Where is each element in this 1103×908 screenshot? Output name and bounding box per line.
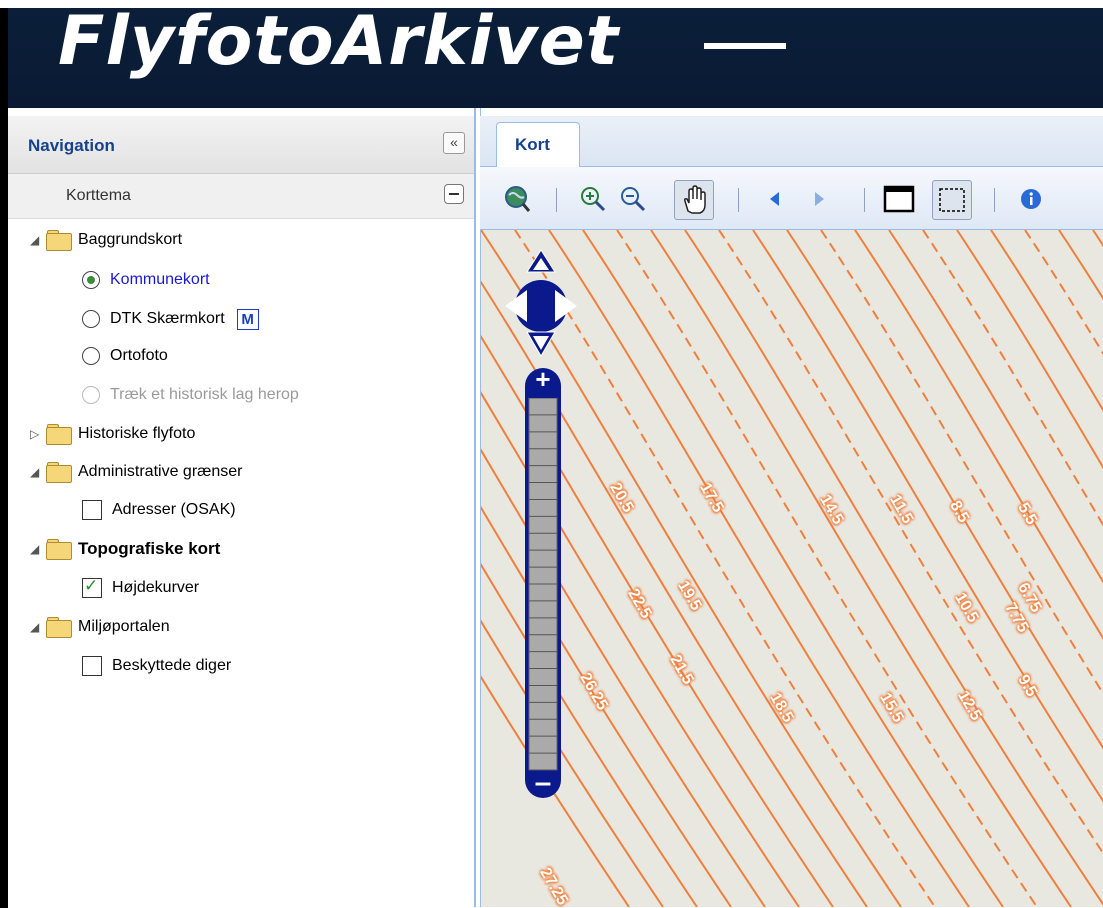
radio-kommunekort[interactable]: Kommunekort [82, 266, 210, 294]
layer-label[interactable]: Beskyttede diger [112, 657, 231, 675]
layer-label[interactable]: Højdekurver [112, 579, 199, 597]
radio-label[interactable]: DTK Skærmkort [110, 310, 225, 328]
layer-hojdekurver[interactable]: Højdekurver [82, 574, 199, 602]
radio-ortofoto[interactable]: Ortofoto [82, 342, 168, 370]
expand-triangle-icon[interactable]: ◢ [30, 465, 44, 479]
folder-label: Historiske flyfoto [78, 425, 196, 442]
map-canvas[interactable]: 20.5 17.5 14.5 11.5 8.5 5.5 22.5 19.5 10.5 7.75 6.… [481, 230, 1103, 907]
navigation-title: Navigation [28, 136, 115, 155]
contour-line [616, 230, 1038, 907]
left-border [0, 8, 8, 908]
radio-icon[interactable] [82, 347, 100, 365]
radio-label[interactable]: Ortofoto [110, 347, 168, 365]
checkbox[interactable] [82, 656, 102, 676]
pan-hand-icon[interactable] [674, 180, 714, 220]
radio-selected-icon[interactable] [82, 271, 100, 289]
contour-line [1024, 230, 1103, 356]
globe-icon[interactable] [498, 180, 536, 218]
contour-line [684, 230, 1103, 906]
folder-icon [44, 424, 72, 445]
folder-icon [44, 539, 72, 560]
radio-icon[interactable] [82, 310, 100, 328]
tree-folder-topografiske[interactable]: ◢ Topografiske kort [30, 535, 220, 563]
radio-dtk-skaermkort[interactable]: DTK Skærmkort M [82, 305, 259, 333]
folder-label: Topografiske kort [78, 539, 221, 558]
layer-beskyttede-diger[interactable]: Beskyttede diger [82, 652, 231, 680]
folder-label: Baggrundskort [78, 231, 183, 248]
contour-line [582, 230, 1004, 907]
folder-label: Miljøportalen [78, 618, 170, 635]
radio-label[interactable]: Kommunekort [110, 271, 210, 289]
info-icon[interactable] [1012, 180, 1050, 218]
full-extent-icon[interactable] [880, 180, 918, 218]
zoom-slider[interactable]: +– [521, 368, 565, 798]
folder-icon [44, 617, 72, 638]
layer-label[interactable]: Adresser (OSAK) [112, 501, 236, 519]
radio-historisk-placeholder: Træk et historisk lag herop [82, 381, 299, 409]
collapsed-triangle-icon[interactable]: ▷ [30, 427, 44, 441]
contour-line [990, 230, 1103, 412]
tree-folder-baggrundskort[interactable]: ◢ Baggrundskort [30, 226, 182, 254]
contour-line [718, 230, 1103, 855]
zoom-out-icon[interactable] [614, 180, 652, 218]
zoom-in-icon[interactable] [574, 180, 612, 218]
box-select-icon[interactable] [932, 180, 972, 220]
contour-line [650, 230, 1072, 907]
contour-line [922, 230, 1103, 527]
expand-triangle-icon[interactable]: ◢ [30, 233, 44, 247]
tab-label[interactable]: Kort [515, 135, 550, 155]
tree-folder-administrative[interactable]: ◢ Administrative grænser [30, 458, 243, 486]
collapse-section-button[interactable] [444, 184, 464, 204]
radio-label: Træk et historisk lag herop [110, 386, 299, 403]
folder-label: Administrative grænser [78, 463, 243, 480]
pan-control[interactable] [503, 246, 579, 358]
contour-line [752, 230, 1103, 803]
korttema-header: Korttema [8, 174, 474, 219]
korttema-title: Korttema [66, 187, 131, 204]
checkbox[interactable] [82, 500, 102, 520]
tree-folder-miljoportalen[interactable]: ◢ Miljøportalen [30, 613, 170, 641]
metadata-badge[interactable]: M [236, 308, 259, 330]
back-arrow-icon[interactable] [756, 180, 794, 218]
zoom-minus-icon: – [535, 766, 552, 798]
tree-folder-historiske-flyfoto[interactable]: ▷ Historiske flyfoto [30, 420, 195, 448]
layer-adresser[interactable]: Adresser (OSAK) [82, 496, 236, 524]
app-logo: FlyfotoArkivet [58, 2, 620, 81]
contour-line [548, 230, 970, 907]
checkbox-checked[interactable] [82, 576, 102, 598]
pan-right-icon [555, 290, 577, 322]
tab-kort[interactable]: Kort [496, 122, 580, 167]
zoom-plus-icon: + [535, 368, 550, 394]
contour-line [956, 230, 1103, 470]
expand-triangle-icon[interactable]: ◢ [30, 542, 44, 556]
navigation-header: Navigation « [8, 116, 474, 174]
collapse-panel-button[interactable]: « [443, 132, 465, 154]
pan-left-icon [505, 290, 527, 322]
expand-triangle-icon[interactable]: ◢ [30, 620, 44, 634]
forward-arrow-icon[interactable] [800, 180, 838, 218]
radio-disabled-icon [82, 386, 100, 404]
contour-line [1058, 230, 1103, 301]
folder-icon [44, 462, 72, 483]
logo-underline [704, 43, 786, 49]
folder-icon [44, 230, 72, 251]
